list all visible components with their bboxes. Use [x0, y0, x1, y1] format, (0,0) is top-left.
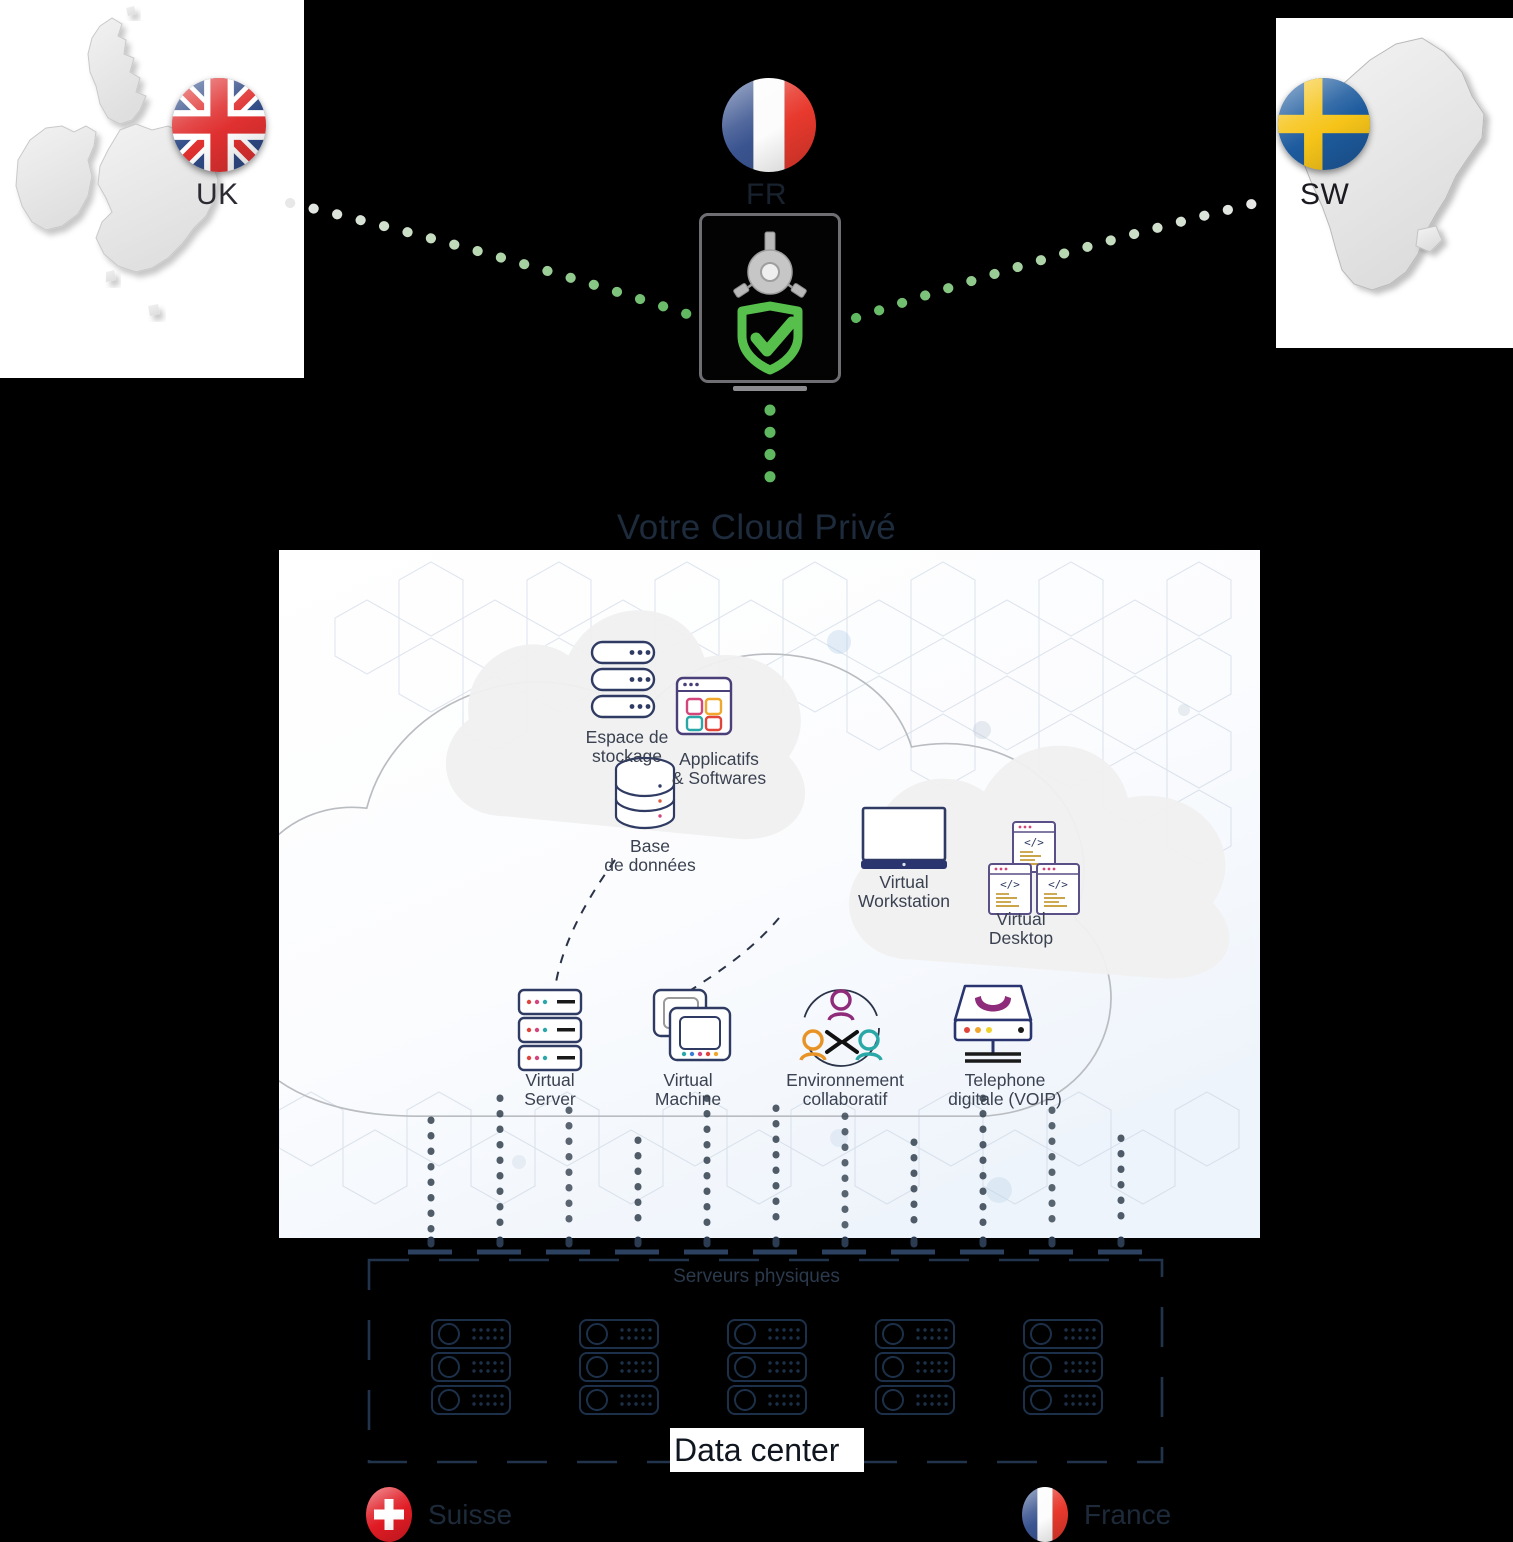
sweden-flag-icon — [1278, 78, 1370, 170]
uk-map-panel — [0, 0, 304, 378]
physical-server-racks — [431, 1319, 1103, 1415]
green-shield-check-icon — [737, 301, 803, 375]
gateway-screen-contents — [733, 231, 807, 375]
location-suisse: Suisse — [366, 1487, 512, 1542]
location-france: France — [1022, 1487, 1171, 1542]
label-virtual-workstation: Virtual Workstation — [857, 872, 951, 911]
diagram-canvas: UK SW FR Votre Cloud Privé </> </> </> E… — [0, 0, 1513, 1542]
storage-stack-icon — [590, 640, 656, 719]
link-fr-sw — [851, 198, 1261, 323]
link-uk-fr — [285, 198, 695, 320]
server-rack-icon — [517, 988, 583, 1072]
label-virtual-server: Virtual Server — [524, 1070, 576, 1109]
france-flag-icon — [1022, 1487, 1068, 1542]
uk-flag-icon — [172, 78, 266, 172]
label-telephone-voip: Telephone digitale (VOIP) — [948, 1070, 1062, 1109]
apps-window-icon — [675, 676, 733, 736]
cloud-background: </> </> </> — [279, 550, 1260, 1238]
location-label-france: France — [1084, 1498, 1172, 1530]
label-applicatifs-softwares: Applicatifs & Softwares — [671, 749, 767, 788]
svg-text:</>: </> — [1000, 878, 1020, 891]
country-code-sw: SW — [1300, 178, 1350, 211]
location-label-suisse: Suisse — [428, 1498, 513, 1530]
france-flag-icon — [722, 78, 816, 172]
country-code-fr: FR — [746, 178, 787, 211]
label-virtual-machine: Virtual Machine — [654, 1070, 722, 1109]
switzerland-flag-icon — [366, 1487, 412, 1542]
country-code-uk: UK — [196, 178, 239, 211]
label-base-de-donnees: Base de données — [604, 836, 696, 875]
page-title: Votre Cloud Privé — [616, 508, 897, 547]
monitor-stand — [733, 386, 807, 391]
serveurs-physiques-label: Serveurs physiques — [673, 1266, 840, 1287]
label-virtual-desktop: Virtual Desktop — [988, 909, 1054, 948]
private-cloud-panel: </> </> </> Espace de stockage Applicati… — [279, 550, 1260, 1238]
gateway-monitor — [699, 213, 841, 383]
monitor-screen-icon — [861, 806, 947, 869]
svg-text:</>: </> — [1024, 836, 1044, 849]
svg-text:</>: </> — [1048, 878, 1068, 891]
network-hub-icon — [733, 231, 807, 298]
label-environnement-collaboratif: Environnement collaboratif — [786, 1070, 904, 1109]
data-center-label: Data center — [670, 1428, 864, 1472]
united-kingdom-map — [15, 6, 219, 316]
